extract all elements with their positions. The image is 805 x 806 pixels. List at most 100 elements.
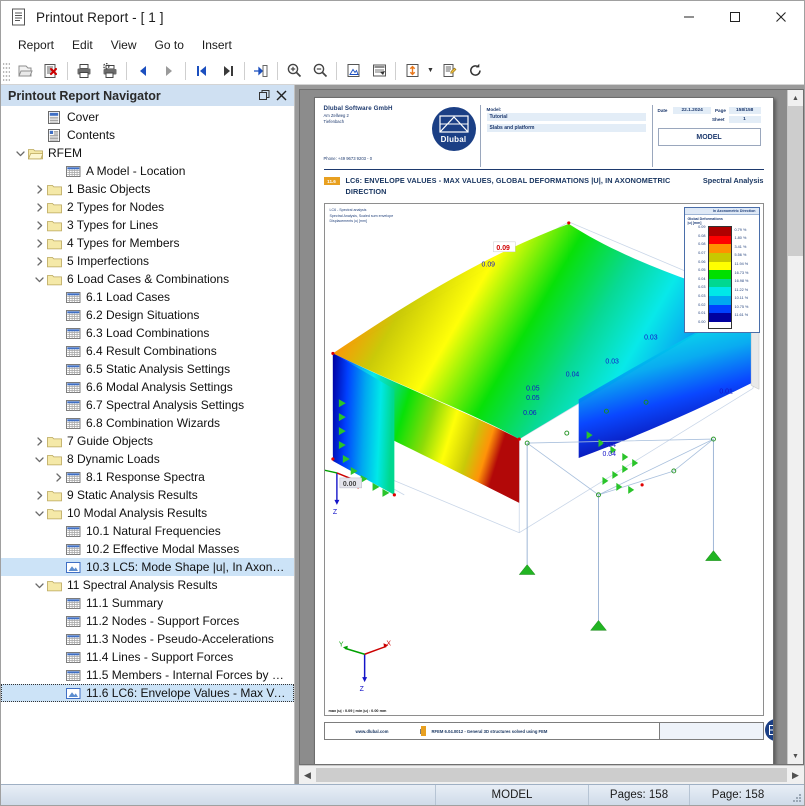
tree-item[interactable]: 6.3 Load Combinations	[1, 324, 294, 342]
tree-item[interactable]: 11.2 Nodes - Support Forces	[1, 612, 294, 630]
tree-item[interactable]: 6.6 Modal Analysis Settings	[1, 378, 294, 396]
last-page-icon[interactable]	[215, 59, 241, 83]
tree-item-label: 10 Modal Analysis Results	[67, 506, 208, 520]
hscroll-thumb[interactable]	[316, 768, 787, 782]
print-settings-icon[interactable]	[97, 59, 123, 83]
tree-item[interactable]: 11.4 Lines - Support Forces	[1, 648, 294, 666]
tree-item[interactable]: Contents	[1, 126, 294, 144]
tree-item[interactable]: RFEM	[1, 144, 294, 162]
legend-color-band	[708, 261, 731, 271]
tree-item[interactable]: 8.1 Response Spectra	[1, 468, 294, 486]
chevron-right-icon[interactable]	[51, 469, 65, 485]
expander-placeholder	[51, 631, 65, 647]
expander-placeholder	[51, 559, 65, 575]
scroll-right-button[interactable]: ▶	[787, 766, 804, 784]
chevron-down-icon[interactable]	[32, 577, 46, 593]
tree-item[interactable]: 8 Dynamic Loads	[1, 450, 294, 468]
tree-item-label: 6.4 Result Combinations	[86, 344, 217, 358]
tree-item[interactable]: 10 Modal Analysis Results	[1, 504, 294, 522]
previous-page-icon[interactable]	[130, 59, 156, 83]
page-scroll-region[interactable]: Dlubal Software GmbH Am Zellweg 2 Tiefen…	[300, 90, 787, 764]
header-footer-icon[interactable]	[366, 59, 392, 83]
navigator-tree[interactable]: Cover Contents RFEM A Model - Location 1 Bas…	[1, 106, 294, 784]
tree-item[interactable]: 5 Imperfections	[1, 252, 294, 270]
menu-item-report[interactable]: Report	[9, 35, 63, 55]
undock-icon[interactable]	[256, 87, 273, 104]
legend-percent: 16.98 %	[734, 279, 749, 284]
chevron-down-icon[interactable]: ▼	[425, 67, 436, 74]
menu-item-view[interactable]: View	[102, 35, 146, 55]
tree-item[interactable]: Cover	[1, 108, 294, 126]
tree-item[interactable]: 3 Types for Lines	[1, 216, 294, 234]
menu-item-goto[interactable]: Go to	[146, 35, 193, 55]
tree-item[interactable]: 4 Types for Members	[1, 234, 294, 252]
legend-percent: 16.73 %	[734, 270, 749, 275]
tree-item[interactable]: 10.2 Effective Modal Masses	[1, 540, 294, 558]
tree-item[interactable]: 6.2 Design Situations	[1, 306, 294, 324]
preview-horizontal-scrollbar[interactable]: ◀ ▶	[299, 765, 804, 784]
tree-item[interactable]: 7 Guide Objects	[1, 432, 294, 450]
zoom-in-icon[interactable]	[281, 59, 307, 83]
chevron-down-icon[interactable]	[32, 271, 46, 287]
tree-item-label: Cover	[67, 110, 100, 124]
scroll-left-button[interactable]: ◀	[299, 766, 316, 784]
tree-item[interactable]: A Model - Location	[1, 162, 294, 180]
expander-placeholder	[51, 379, 65, 395]
folder-icon	[46, 236, 62, 250]
tree-item[interactable]: 2 Types for Nodes	[1, 198, 294, 216]
section-title-row: 11.6 LC6: ENVELOPE VALUES - MAX VALUES, …	[323, 176, 764, 197]
delete-report-icon[interactable]	[38, 59, 64, 83]
menu-item-insert[interactable]: Insert	[193, 35, 241, 55]
vscroll-track[interactable]	[788, 106, 803, 748]
expander-placeholder	[51, 613, 65, 629]
tree-item[interactable]: 11.5 Members - Internal Forces by Sectio…	[1, 666, 294, 684]
chevron-down-icon[interactable]	[32, 451, 46, 467]
tree-item[interactable]: 11 Spectral Analysis Results	[1, 576, 294, 594]
scroll-up-button[interactable]: ▲	[788, 90, 803, 106]
tree-item[interactable]: 11.6 LC6: Envelope Values - Max Values,.…	[1, 684, 294, 702]
chevron-right-icon[interactable]	[32, 235, 46, 251]
toolbar-grip[interactable]	[3, 60, 10, 81]
minimize-button[interactable]	[666, 1, 712, 33]
tree-item[interactable]: 1 Basic Objects	[1, 180, 294, 198]
print-icon[interactable]	[71, 59, 97, 83]
chevron-down-icon[interactable]	[13, 145, 27, 161]
chevron-right-icon[interactable]	[32, 487, 46, 503]
next-page-icon[interactable]	[156, 59, 182, 83]
menu-item-edit[interactable]: Edit	[63, 35, 102, 55]
tree-item[interactable]: 9 Static Analysis Results	[1, 486, 294, 504]
tree-item[interactable]: 6.4 Result Combinations	[1, 342, 294, 360]
chevron-right-icon[interactable]	[32, 217, 46, 233]
page-setup-icon[interactable]	[340, 59, 366, 83]
preview-vertical-scrollbar[interactable]: ▲ ▼	[787, 90, 803, 764]
logo-glyph-icon	[438, 115, 469, 133]
edit-report-icon[interactable]	[436, 59, 462, 83]
maximize-button[interactable]	[712, 1, 758, 33]
chevron-right-icon[interactable]	[32, 433, 46, 449]
tree-item[interactable]: 6.8 Combination Wizards	[1, 414, 294, 432]
go-to-page-icon[interactable]	[248, 59, 274, 83]
tree-item[interactable]: 10.1 Natural Frequencies	[1, 522, 294, 540]
tree-item[interactable]: 10.3 LC5: Mode Shape |u|, In Axonomet...	[1, 558, 294, 576]
resize-grip[interactable]	[786, 785, 804, 805]
vscroll-thumb[interactable]	[788, 106, 803, 256]
chevron-right-icon[interactable]	[32, 181, 46, 197]
tree-item[interactable]: 6.7 Spectral Analysis Settings	[1, 396, 294, 414]
tree-item[interactable]: 6 Load Cases & Combinations	[1, 270, 294, 288]
tree-item[interactable]: 6.5 Static Analysis Settings	[1, 360, 294, 378]
tree-item[interactable]: 11.3 Nodes - Pseudo-Accelerations	[1, 630, 294, 648]
zoom-out-icon[interactable]	[307, 59, 333, 83]
chevron-right-icon[interactable]	[32, 253, 46, 269]
open-report-icon[interactable]	[12, 59, 38, 83]
chevron-down-icon[interactable]	[32, 505, 46, 521]
scroll-down-button[interactable]: ▼	[788, 748, 803, 764]
tree-item[interactable]: 11.1 Summary	[1, 594, 294, 612]
tree-item[interactable]: 6.1 Load Cases	[1, 288, 294, 306]
selection-icon[interactable]	[399, 59, 425, 83]
chevron-right-icon[interactable]	[32, 199, 46, 215]
first-page-icon[interactable]	[189, 59, 215, 83]
refresh-icon[interactable]	[462, 59, 488, 83]
close-navigator-icon[interactable]	[273, 87, 290, 104]
close-button[interactable]	[758, 1, 804, 33]
report-page: Dlubal Software GmbH Am Zellweg 2 Tiefen…	[313, 97, 774, 764]
